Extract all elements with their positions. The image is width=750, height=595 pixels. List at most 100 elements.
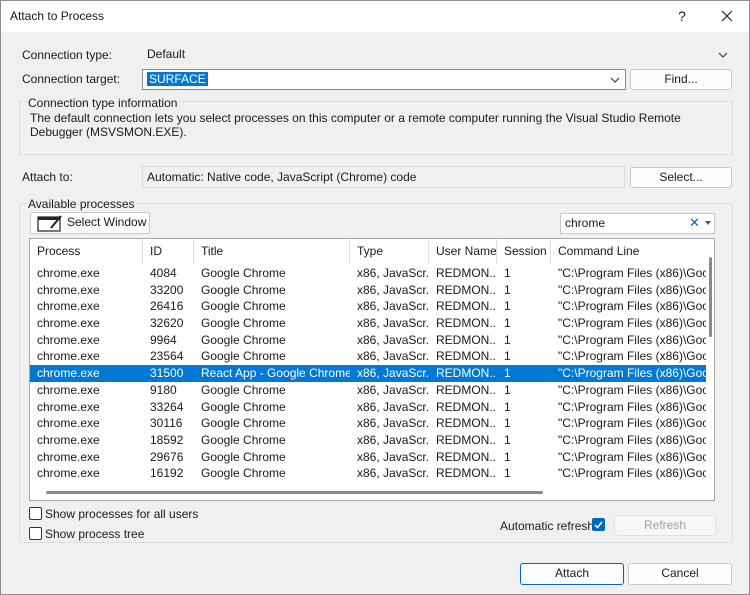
table-row[interactable]: chrome.exe 33200 Google Chrome x86, JavaScr… [30, 282, 706, 299]
cell-session: 1 [504, 466, 511, 481]
connection-info-text: The default connection lets you select p… [30, 111, 681, 139]
cell-id: 31500 [150, 366, 184, 381]
cell-title: Google Chrome [201, 316, 286, 331]
cell-session: 1 [504, 432, 511, 447]
cell-type: x86, JavaScr... [357, 299, 429, 314]
window-title: Attach to Process [10, 9, 105, 23]
cell-type: x86, JavaScr... [357, 282, 429, 297]
sort-ascending-icon: ⌃ [82, 239, 89, 245]
clear-icon[interactable]: ✕ [689, 214, 700, 232]
cell-id: 33200 [150, 282, 184, 297]
cell-id: 9180 [150, 382, 177, 397]
automatic-refresh-label: Automatic refresh [500, 519, 595, 533]
table-row[interactable]: chrome.exe 9964 Google Chrome x86, JavaScr.… [30, 332, 706, 349]
process-filter-value: chrome [565, 216, 606, 230]
vertical-scrollbar[interactable] [706, 239, 714, 486]
cell-session: 1 [504, 399, 511, 414]
attach-button[interactable]: Attach [520, 563, 624, 585]
column-header-command-line[interactable]: Command Line [551, 239, 706, 264]
cell-user-name: REDMON... [436, 399, 497, 414]
table-row[interactable]: chrome.exe 16192 Google Chrome x86, JavaScr… [30, 465, 706, 482]
column-header-id[interactable]: ID [143, 239, 194, 264]
cell-title: Google Chrome [201, 332, 286, 347]
cell-id: 29676 [150, 449, 184, 464]
cell-title: React App - Google Chrome [201, 366, 350, 381]
process-table[interactable]: ⌃ Process ID Title Type User Name Sessio… [29, 238, 715, 501]
cell-user-name: REDMON... [436, 382, 497, 397]
connection-type-select[interactable]: Default [142, 44, 734, 64]
cell-process: chrome.exe [37, 366, 100, 381]
cell-process: chrome.exe [37, 282, 100, 297]
cell-user-name: REDMON... [436, 316, 497, 331]
find-button[interactable]: Find... [630, 69, 732, 90]
cell-session: 1 [504, 449, 511, 464]
column-header-session[interactable]: Session [497, 239, 551, 264]
connection-target-label: Connection target: [22, 72, 121, 86]
process-filter-input[interactable]: chrome ✕ [560, 213, 715, 234]
cell-type: x86, JavaScr... [357, 416, 429, 431]
show-process-tree-checkbox[interactable] [29, 527, 42, 540]
automatic-refresh-checkbox[interactable] [592, 518, 605, 531]
close-button[interactable] [714, 5, 740, 27]
attach-to-label: Attach to: [22, 170, 73, 184]
chevron-down-icon [610, 77, 620, 83]
cell-type: x86, JavaScr... [357, 432, 429, 447]
table-row[interactable]: chrome.exe 4084 Google Chrome x86, JavaScr.… [30, 265, 706, 282]
table-row[interactable]: chrome.exe 9180 Google Chrome x86, JavaScr.… [30, 382, 706, 399]
cell-type: x86, JavaScr... [357, 266, 429, 280]
vertical-scroll-thumb[interactable] [709, 257, 712, 337]
table-row[interactable]: chrome.exe 23564 Google Chrome x86, JavaScr… [30, 348, 706, 365]
connection-target-combobox[interactable]: SURFACE [142, 69, 626, 90]
cell-session: 1 [504, 282, 511, 297]
table-row[interactable]: chrome.exe 33264 Google Chrome x86, JavaScr… [30, 399, 706, 416]
table-row[interactable]: chrome.exe 18592 Google Chrome x86, JavaScr… [30, 432, 706, 449]
cell-command-line: "C:\Program Files (x86)\Goog [558, 382, 706, 397]
cell-command-line: "C:\Program Files (x86)\Goog [558, 299, 706, 314]
help-button[interactable]: ? [669, 5, 695, 27]
column-header-process[interactable]: ⌃ Process [30, 239, 143, 264]
cell-user-name: REDMON... [436, 449, 497, 464]
table-row[interactable]: chrome.exe 32620 Google Chrome x86, JavaScr… [30, 315, 706, 332]
cell-type: x86, JavaScr... [357, 449, 429, 464]
cell-user-name: REDMON... [436, 282, 497, 297]
cell-type: x86, JavaScr... [357, 466, 429, 481]
column-header-title[interactable]: Title [194, 239, 350, 264]
connection-type-label: Connection type: [22, 48, 113, 62]
refresh-button[interactable]: Refresh [614, 515, 716, 536]
cell-command-line: "C:\Program Files (x86)\Goog [558, 432, 706, 447]
cell-type: x86, JavaScr... [357, 349, 429, 364]
cell-title: Google Chrome [201, 299, 286, 314]
select-window-label: Select Window [67, 215, 147, 229]
cell-command-line: "C:\Program Files (x86)\Goog [558, 282, 706, 297]
table-row[interactable]: chrome.exe 31500 React App - Google Chrome… [30, 365, 706, 382]
column-header-user-name[interactable]: User Name [429, 239, 497, 264]
cell-command-line: "C:\Program Files (x86)\Goog [558, 316, 706, 331]
horizontal-scroll-thumb[interactable] [46, 491, 543, 494]
cell-user-name: REDMON... [436, 332, 497, 347]
cell-id: 9964 [150, 332, 177, 347]
available-processes-heading: Available processes [27, 197, 136, 211]
cell-type: x86, JavaScr... [357, 399, 429, 414]
table-body: chrome.exe 4084 Google Chrome x86, JavaScr.… [30, 265, 706, 482]
table-row[interactable]: chrome.exe 26416 Google Chrome x86, JavaScr… [30, 298, 706, 315]
cell-process: chrome.exe [37, 399, 100, 414]
table-row[interactable]: chrome.exe 29676 Google Chrome x86, JavaScr… [30, 449, 706, 466]
cell-title: Google Chrome [201, 282, 286, 297]
cell-title: Google Chrome [201, 399, 286, 414]
cell-process: chrome.exe [37, 266, 100, 280]
cell-session: 1 [504, 299, 511, 314]
chevron-down-icon[interactable] [705, 221, 711, 226]
show-process-tree-label: Show process tree [45, 527, 145, 541]
table-row[interactable]: chrome.exe 30116 Google Chrome x86, JavaScr… [30, 415, 706, 432]
cell-session: 1 [504, 332, 511, 347]
cancel-button[interactable]: Cancel [628, 563, 732, 585]
column-header-type[interactable]: Type [350, 239, 429, 264]
select-window-button[interactable]: Select Window [30, 212, 150, 234]
cell-user-name: REDMON... [436, 416, 497, 431]
attach-to-process-dialog: Attach to Process ? Connection type: Def… [0, 0, 750, 595]
cell-id: 26416 [150, 299, 184, 314]
cell-title: Google Chrome [201, 382, 286, 397]
cell-session: 1 [504, 349, 511, 364]
select-code-type-button[interactable]: Select... [630, 167, 732, 188]
show-all-users-checkbox[interactable] [29, 507, 42, 520]
